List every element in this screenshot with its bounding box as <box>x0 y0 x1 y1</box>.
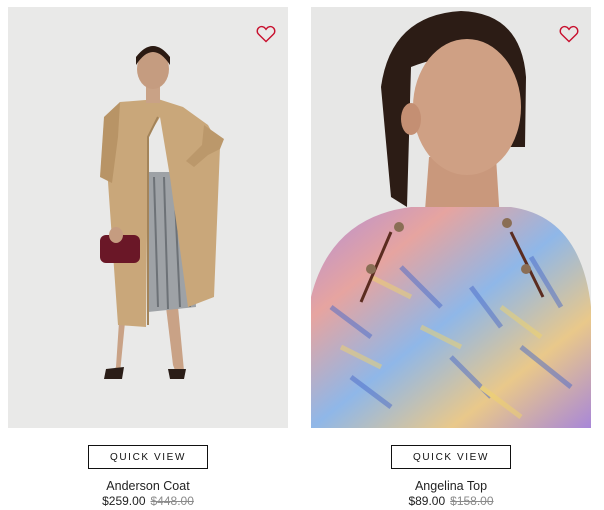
quick-view-button[interactable]: QUICK VIEW <box>88 445 208 469</box>
model-coat-illustration <box>8 7 288 428</box>
heart-icon[interactable] <box>256 25 276 43</box>
heart-icon[interactable] <box>559 25 579 43</box>
original-price: $158.00 <box>450 494 494 508</box>
model-top-illustration <box>311 7 591 428</box>
product-name[interactable]: Angelina Top <box>311 479 591 493</box>
price-group: $89.00 $158.00 <box>311 494 591 508</box>
quick-view-button[interactable]: QUICK VIEW <box>391 445 511 469</box>
sale-price: $89.00 <box>408 494 446 508</box>
product-image[interactable] <box>311 7 591 428</box>
sale-price: $259.00 <box>102 494 146 508</box>
original-price: $448.00 <box>150 494 194 508</box>
product-image[interactable] <box>8 7 288 428</box>
price-group: $259.00 $448.00 <box>8 494 288 508</box>
product-name[interactable]: Anderson Coat <box>8 479 288 493</box>
